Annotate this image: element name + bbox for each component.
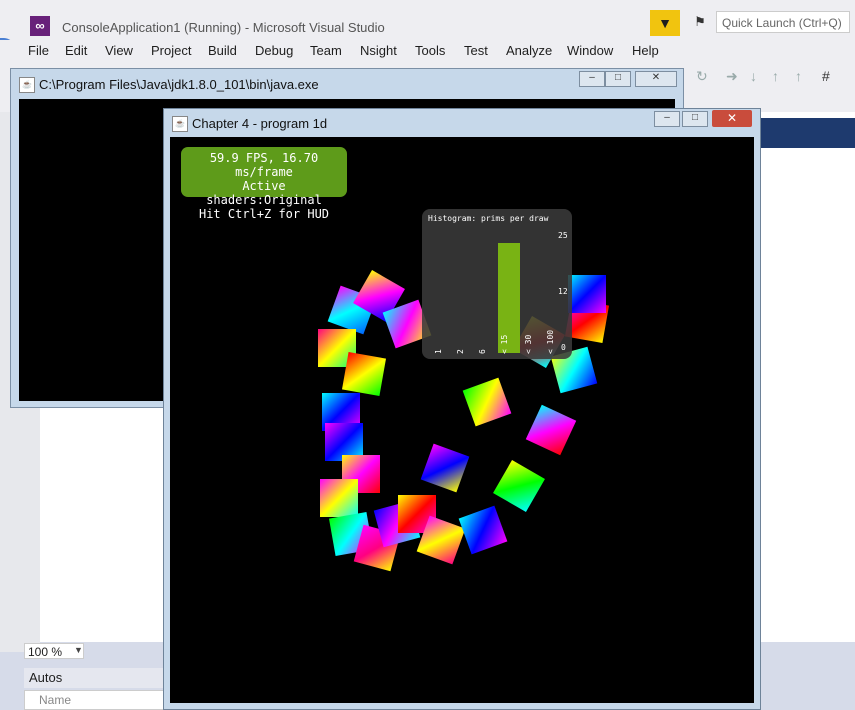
hud-hint: Hit Ctrl+Z for HUD: [198, 207, 330, 221]
menu-analyze[interactable]: Analyze: [506, 43, 552, 58]
java-icon: ☕: [19, 77, 35, 93]
step-into-icon[interactable]: ↓: [750, 68, 757, 84]
cube: [462, 377, 512, 427]
menu-build[interactable]: Build: [208, 43, 237, 58]
histogram-title: Histogram: prims per draw: [428, 214, 549, 223]
histogram-bin-label: < 30: [524, 334, 533, 354]
step-over-icon[interactable]: ➜: [726, 68, 738, 85]
menu-window[interactable]: Window: [567, 43, 613, 58]
histogram-bin-label: 6: [478, 349, 487, 354]
maximize-button[interactable]: □: [682, 111, 708, 127]
restart-icon[interactable]: ↻: [696, 68, 708, 85]
minimize-button[interactable]: –: [654, 111, 680, 127]
menu-project[interactable]: Project: [151, 43, 191, 58]
cube: [320, 479, 358, 517]
cube: [525, 404, 577, 456]
close-button[interactable]: ✕: [712, 110, 752, 127]
histogram-bin-label: 1: [434, 349, 443, 354]
maximize-button[interactable]: □: [605, 71, 631, 87]
histogram-overlay: Histogram: prims per draw 25 12 0 1 2 6 …: [422, 209, 572, 359]
histogram-bin-label: < 15: [500, 334, 509, 354]
filter-icon[interactable]: ▼: [650, 10, 680, 36]
visual-studio-logo-icon: ∞: [30, 16, 50, 36]
autos-name-column[interactable]: Name: [24, 690, 164, 710]
game-window: ☕ Chapter 4 - program 1d – □ ✕ 59.9 FPS,…: [163, 108, 761, 710]
cube: [568, 275, 606, 313]
histogram-bin-label: < 100: [546, 329, 555, 354]
close-button[interactable]: ✕: [635, 71, 677, 87]
menu-team[interactable]: Team: [310, 43, 342, 58]
cube: [420, 443, 470, 493]
minimize-button[interactable]: –: [579, 71, 605, 87]
menu-bar: File Edit View Project Build Debug Team …: [0, 40, 855, 62]
solution-explorer-header: [760, 118, 855, 148]
menu-file[interactable]: File: [28, 43, 49, 58]
fps-readout: 59.9 FPS, 16.70 ms/frame: [209, 151, 319, 179]
window-title: ConsoleApplication1 (Running) - Microsof…: [62, 20, 385, 35]
menu-edit[interactable]: Edit: [65, 43, 87, 58]
cube: [458, 505, 508, 555]
cube: [493, 460, 545, 512]
step-out-icon[interactable]: ↑: [772, 68, 779, 84]
game-window-title: Chapter 4 - program 1d: [192, 116, 328, 131]
console-title: C:\Program Files\Java\jdk1.8.0_101\bin\j…: [39, 77, 319, 92]
menu-nsight[interactable]: Nsight: [360, 43, 397, 58]
java-icon: ☕: [172, 116, 188, 132]
histogram-bin-label: 2: [456, 349, 465, 354]
hex-icon[interactable]: #: [822, 68, 830, 84]
histogram-y-min: 0: [561, 343, 566, 352]
active-shaders: Active shaders:Original: [206, 179, 322, 207]
menu-view[interactable]: View: [105, 43, 133, 58]
step-back-icon[interactable]: ↑: [795, 68, 802, 84]
menu-test[interactable]: Test: [464, 43, 488, 58]
menu-help[interactable]: Help: [632, 43, 659, 58]
chevron-down-icon[interactable]: ▼: [74, 645, 83, 655]
cube: [341, 351, 387, 397]
histogram-y-max: 25: [558, 231, 568, 240]
hud-overlay: 59.9 FPS, 16.70 ms/frame Active shaders:…: [181, 147, 347, 221]
render-canvas[interactable]: 59.9 FPS, 16.70 ms/frame Active shaders:…: [170, 137, 754, 703]
histogram-y-mid: 12: [558, 287, 568, 296]
autos-panel-title: Autos: [24, 668, 164, 688]
quick-launch-input[interactable]: Quick Launch (Ctrl+Q): [716, 11, 850, 33]
menu-debug[interactable]: Debug: [255, 43, 293, 58]
feedback-icon[interactable]: ⚑: [690, 12, 710, 32]
menu-tools[interactable]: Tools: [415, 43, 445, 58]
